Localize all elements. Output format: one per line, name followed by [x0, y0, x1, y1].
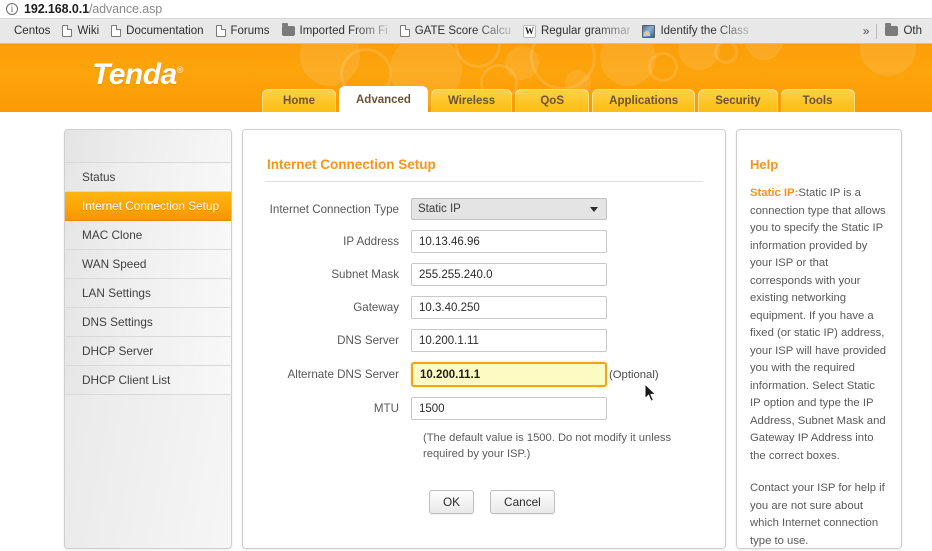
form-action-buttons: OK Cancel [429, 490, 703, 514]
chevron-down-icon [590, 206, 598, 212]
browser-url-bar[interactable]: i 192.168.0.1 /advance.asp [0, 0, 932, 19]
help-paragraph-1-text: Static IP is a connection type that allo… [750, 187, 887, 462]
sidebar-item-lan-settings[interactable]: LAN Settings [65, 279, 231, 308]
sidebar-item-wan-speed[interactable]: WAN Speed [65, 250, 231, 279]
tab-security[interactable]: Security [698, 89, 778, 112]
input-dns-server[interactable] [411, 329, 607, 352]
select-connection-type[interactable]: Static IP [411, 198, 607, 220]
tab-tools[interactable]: Tools [780, 89, 855, 112]
bookmark-label: Imported From Fi [299, 25, 388, 37]
help-paragraph-2: Contact your ISP for help if you are not… [750, 482, 885, 547]
bookmark-label: Regular grammar [540, 25, 631, 37]
bookmark-label: GATE Score Calcu [414, 25, 511, 37]
info-circle-icon: i [6, 3, 18, 15]
help-panel: Help Static IP:Static IP is a connection… [736, 129, 902, 549]
form-row-dns-server: DNS Server [265, 329, 703, 352]
bookmark-label: Documentation [126, 25, 204, 37]
tenda-logo: Tenda® [92, 58, 183, 92]
bookmark-label: Wiki [77, 25, 100, 37]
input-subnet-mask[interactable] [411, 263, 607, 286]
tab-wireless[interactable]: Wireless [430, 89, 513, 112]
page-icon [399, 25, 410, 37]
input-gateway[interactable] [411, 296, 607, 319]
sidebar-item-internet-connection-setup[interactable]: Internet Connection Setup [65, 192, 231, 221]
bookmarks-overflow-icon[interactable]: » [856, 24, 877, 38]
cancel-button[interactable]: Cancel [490, 490, 555, 514]
bookmark-imported-from-firefox[interactable]: Imported From Fi [276, 21, 394, 42]
sidebar-item-status[interactable]: Status [65, 163, 231, 192]
page-icon [111, 25, 122, 37]
bookmark-label: Centos [14, 25, 51, 37]
help-term: Static IP: [750, 187, 799, 199]
bookmark-forums[interactable]: Forums [210, 21, 276, 42]
wikipedia-icon: W [522, 24, 536, 38]
label-dns-server: DNS Server [337, 334, 399, 347]
bookmark-label: Oth [903, 25, 922, 37]
alternate-dns-optional-note: (Optional) [609, 368, 659, 381]
sidebar-item-mac-clone[interactable]: MAC Clone [65, 221, 231, 250]
page-layout: Status Internet Connection Setup MAC Clo… [0, 129, 932, 549]
router-header-banner: Tenda® Home Advanced Wireless QoS Applic… [0, 44, 932, 112]
url-path: /advance.asp [88, 2, 163, 16]
page-icon [215, 25, 226, 37]
logo-trademark: ® [176, 65, 184, 75]
form-row-alternate-dns-server: Alternate DNS Server (Optional) [265, 362, 703, 387]
label-mtu: MTU [373, 402, 399, 415]
bookmark-gate-score-calculator[interactable]: GATE Score Calcu [394, 21, 517, 42]
bookmarks-bar: Centos Wiki Documentation Forums Importe… [0, 19, 932, 44]
tab-advanced[interactable]: Advanced [339, 86, 428, 112]
logo-text: Tenda [92, 58, 177, 91]
bookmark-other-bookmarks[interactable]: Oth [879, 21, 928, 42]
form-row-gateway: Gateway [265, 296, 703, 319]
label-alternate-dns-server: Alternate DNS Server [287, 368, 399, 381]
photo-icon [642, 24, 656, 38]
section-title: Internet Connection Setup [265, 157, 703, 182]
url-host: 192.168.0.1 [24, 2, 89, 16]
bookmark-identify-the-class[interactable]: Identify the Class [636, 21, 754, 42]
input-mtu[interactable] [411, 397, 607, 420]
form-row-subnet-mask: Subnet Mask [265, 263, 703, 286]
page-body: Status Internet Connection Setup MAC Clo… [0, 112, 932, 551]
bookmark-label: Forums [230, 25, 270, 37]
label-connection-type: Internet Connection Type [269, 202, 399, 216]
bookmark-regular-grammar[interactable]: W Regular grammar [517, 21, 636, 42]
label-ip-address: IP Address [343, 235, 399, 248]
bookmark-wiki[interactable]: Wiki [56, 21, 105, 42]
bookmark-centos[interactable]: Centos [8, 21, 56, 42]
sidebar-header-spacer [65, 130, 231, 163]
bookmark-label: Identify the Class [660, 25, 749, 37]
sidebar-item-dhcp-client-list[interactable]: DHCP Client List [65, 366, 231, 395]
folder-icon [281, 23, 295, 36]
folder-icon [885, 23, 899, 36]
form-row-ip-address: IP Address [265, 230, 703, 253]
main-content-panel: Internet Connection Setup Internet Conne… [242, 129, 726, 549]
tab-applications[interactable]: Applications [592, 89, 696, 112]
label-gateway: Gateway [353, 301, 399, 314]
tab-qos[interactable]: QoS [515, 89, 590, 112]
sidebar-item-dns-settings[interactable]: DNS Settings [65, 308, 231, 337]
input-ip-address[interactable] [411, 230, 607, 253]
bookmarks-divider [876, 23, 878, 39]
help-title: Help [750, 157, 779, 172]
sidebar-item-dhcp-server[interactable]: DHCP Server [65, 337, 231, 366]
sidebar-menu: Status Internet Connection Setup MAC Clo… [64, 129, 232, 549]
page-icon [62, 25, 73, 37]
ok-button[interactable]: OK [429, 490, 475, 514]
help-paragraph-1: Static IP:Static IP is a connection type… [750, 185, 887, 465]
form-row-mtu: MTU [265, 397, 703, 420]
select-value: Static IP [418, 203, 461, 215]
label-subnet-mask: Subnet Mask [331, 268, 399, 281]
form-row-connection-type: Internet Connection Type Static IP [265, 198, 703, 220]
main-navigation-tabs: Home Advanced Wireless QoS Applications … [262, 86, 855, 112]
mtu-hint-text: (The default value is 1500. Do not modif… [423, 432, 672, 460]
input-alternate-dns-server[interactable] [411, 362, 607, 387]
help-body: Static IP:Static IP is a connection type… [750, 185, 887, 550]
bookmark-documentation[interactable]: Documentation [105, 21, 209, 42]
tab-home[interactable]: Home [262, 89, 336, 112]
